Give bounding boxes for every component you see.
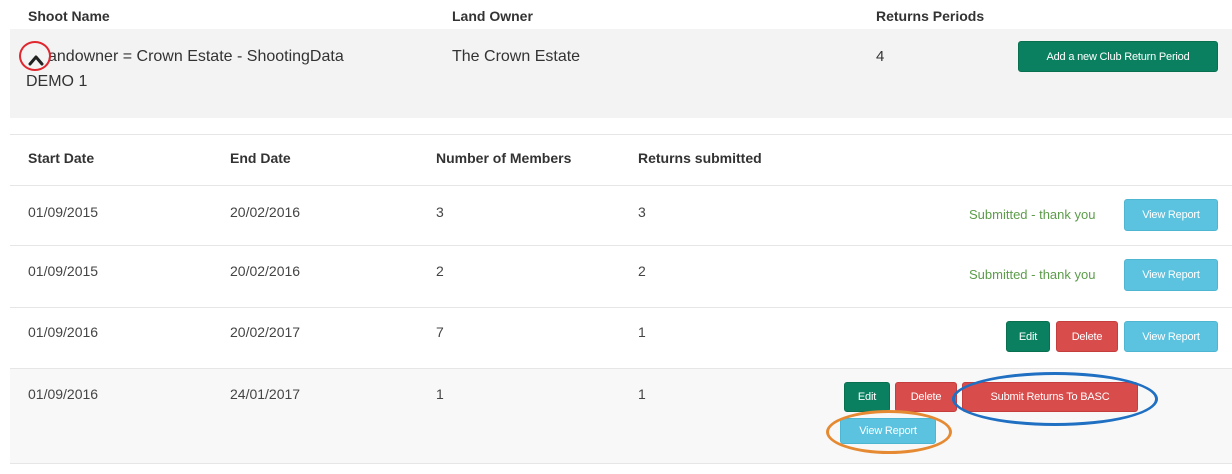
- row-1-end-date: 20/02/2016: [230, 204, 301, 220]
- shoot-name-line2: DEMO 1: [26, 73, 88, 90]
- row-2-start-date: 01/09/2015: [28, 263, 99, 279]
- row-3-view-report-button[interactable]: View Report: [1124, 321, 1218, 352]
- row-1-start-date: 01/09/2015: [28, 204, 99, 220]
- row-2-status: Submitted - thank you: [969, 267, 1096, 282]
- row-2-members: 2: [436, 263, 444, 279]
- shoot-land-owner: The Crown Estate: [452, 48, 581, 65]
- column-returns-submitted: Returns submitted: [638, 150, 762, 166]
- row-divider: [10, 368, 1232, 369]
- row-2-end-date: 20/02/2016: [230, 263, 301, 279]
- shoot-returns-periods: 4: [876, 48, 885, 65]
- column-number-of-members: Number of Members: [436, 150, 572, 166]
- annotation-oval-orange: [826, 410, 952, 454]
- row-3-start-date: 01/09/2016: [28, 324, 99, 340]
- row-3-members: 7: [436, 324, 444, 340]
- row-4-edit-button[interactable]: Edit: [844, 382, 890, 412]
- add-club-return-period-button[interactable]: Add a new Club Return Period: [1018, 41, 1218, 72]
- row-divider: [10, 307, 1232, 308]
- annotation-oval-blue: [952, 372, 1158, 426]
- divider: [10, 134, 1232, 135]
- row-1-view-report-button[interactable]: View Report: [1124, 199, 1218, 231]
- shoot-name: andowner = Crown Estate - ShootingData D…: [26, 44, 406, 94]
- shoot-name-line1: andowner = Crown Estate - ShootingData: [48, 48, 344, 65]
- column-end-date: End Date: [230, 150, 291, 166]
- row-4-delete-button[interactable]: Delete: [895, 382, 957, 412]
- row-4-end-date: 24/01/2017: [230, 386, 301, 402]
- header-returns-periods: Returns Periods: [876, 8, 985, 24]
- row-divider: [10, 245, 1232, 246]
- row-1-status: Submitted - thank you: [969, 207, 1096, 222]
- row-2-view-report-button[interactable]: View Report: [1124, 259, 1218, 291]
- row-4-returns: 1: [638, 386, 646, 402]
- row-3-delete-button[interactable]: Delete: [1056, 321, 1118, 352]
- row-3-end-date: 20/02/2017: [230, 324, 301, 340]
- row-1-returns: 3: [638, 204, 646, 220]
- row-1-members: 3: [436, 204, 444, 220]
- row-divider: [10, 185, 1232, 186]
- column-start-date: Start Date: [28, 150, 95, 166]
- row-4-members: 1: [436, 386, 444, 402]
- row-divider: [10, 463, 1232, 464]
- header-land-owner: Land Owner: [452, 8, 533, 24]
- row-3-returns: 1: [638, 324, 646, 340]
- row-3-edit-button[interactable]: Edit: [1006, 321, 1050, 352]
- row-2-returns: 2: [638, 263, 646, 279]
- annotation-circle-red: [19, 41, 51, 71]
- header-shoot-name: Shoot Name: [28, 8, 110, 24]
- row-4-start-date: 01/09/2016: [28, 386, 99, 402]
